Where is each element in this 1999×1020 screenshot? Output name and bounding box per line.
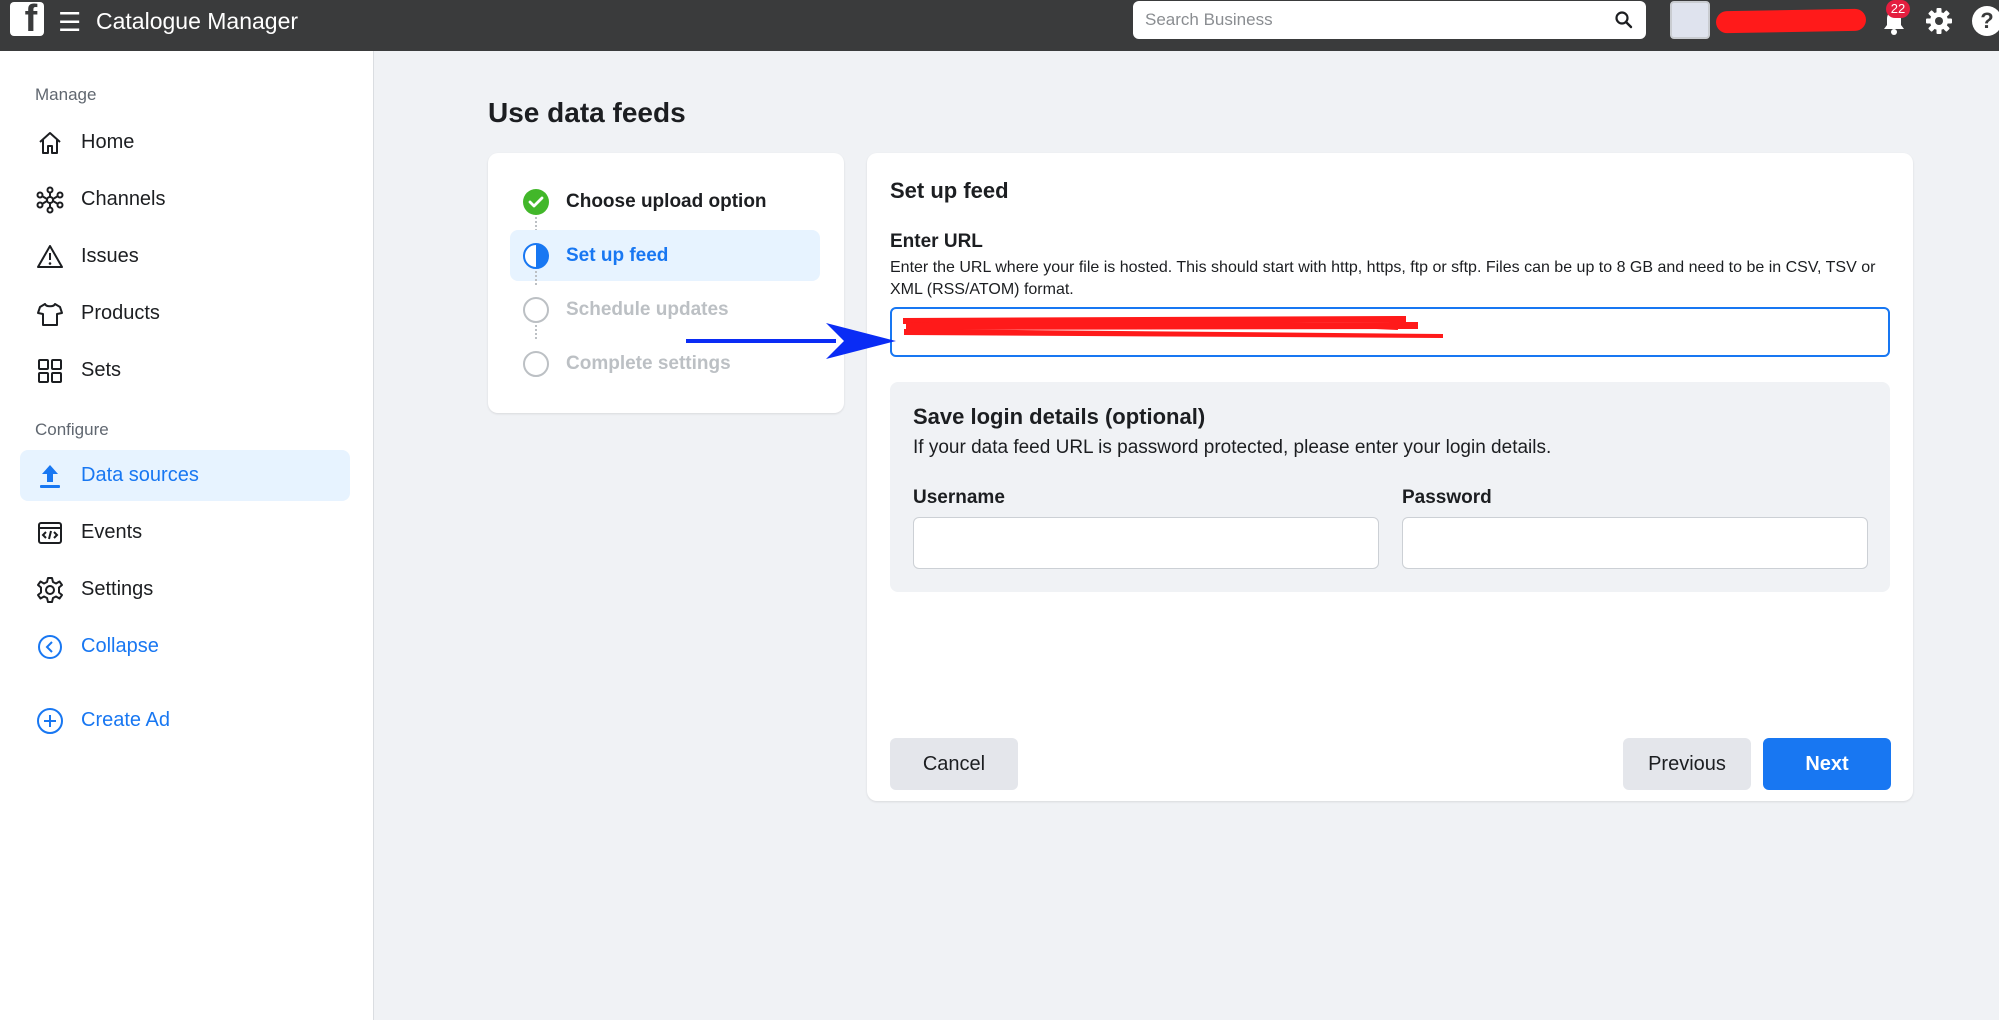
next-button[interactable]: Next [1763,738,1891,790]
help-icon[interactable]: ? [1972,6,1999,36]
gear-icon [35,575,65,605]
business-avatar[interactable] [1670,1,1710,39]
app-title: Catalogue Manager [96,8,299,34]
check-circle-icon [523,188,549,215]
plus-circle-icon [35,706,65,736]
upload-icon [35,461,65,491]
sidebar-item-label: Sets [81,359,122,381]
sidebar-item-events[interactable]: Events [20,507,350,558]
menu-icon[interactable]: ☰ [58,9,81,35]
create-ad-label: Create Ad [81,709,170,731]
redacted-account-name [1715,8,1867,34]
step-set-up-feed[interactable]: Set up feed [510,230,820,281]
channels-icon [35,185,65,215]
step-connector [535,271,537,285]
grid-icon [35,356,65,386]
sidebar-item-label: Settings [81,578,154,600]
sidebar-item-data-sources[interactable]: Data sources [20,450,350,501]
steps-card: Choose upload option Set up feed Schedul… [488,153,844,413]
step-complete-settings[interactable]: Complete settings [510,338,820,389]
url-label: Enter URL [890,231,983,252]
facebook-logo-icon[interactable]: f [10,2,44,36]
setup-feed-card: Set up feed Enter URL Enter the URL wher… [867,153,1913,801]
collapse-label: Collapse [81,635,159,657]
step-connector [535,325,537,339]
sidebar-item-channels[interactable]: Channels [20,174,350,225]
empty-circle-icon [523,350,549,377]
url-help-text: Enter the URL where your file is hosted.… [890,259,1876,298]
sidebar-item-issues[interactable]: Issues [20,231,350,282]
password-field[interactable] [1402,517,1868,569]
code-window-icon [35,518,65,548]
step-choose-upload-option[interactable]: Choose upload option [510,176,820,227]
login-section-description: If your data feed URL is password protec… [913,437,1552,458]
username-field[interactable] [913,517,1379,569]
login-details-section: Save login details (optional) If your da… [890,382,1890,592]
step-connector [535,217,537,231]
chevron-left-circle-icon [35,632,65,662]
sidebar-item-sets[interactable]: Sets [20,345,350,396]
username-label: Username [913,487,1005,508]
step-label: Complete settings [566,352,731,374]
previous-button[interactable]: Previous [1623,738,1751,790]
step-label: Schedule updates [566,298,729,320]
sidebar-section-configure: Configure [35,420,109,439]
sidebar: Manage Home Channels Issues Products Set… [0,51,374,1020]
step-label: Choose upload option [566,190,767,212]
login-section-title: Save login details (optional) [913,404,1206,429]
top-bar: f ☰ Catalogue Manager 22 ? [0,0,1999,51]
sidebar-item-settings[interactable]: Settings [20,564,350,615]
empty-circle-icon [523,296,549,323]
sidebar-section-manage: Manage [35,85,97,104]
sidebar-item-label: Events [81,521,143,543]
search-input[interactable] [1145,10,1585,30]
sidebar-item-label: Products [81,302,160,324]
step-label: Set up feed [566,244,669,266]
collapse-button[interactable]: Collapse [20,621,350,672]
shirt-icon [35,299,65,329]
sidebar-item-home[interactable]: Home [20,117,350,168]
search-icon[interactable] [1614,10,1634,30]
sidebar-item-label: Channels [81,188,166,210]
password-label: Password [1402,487,1492,508]
cancel-button[interactable]: Cancel [890,738,1018,790]
sidebar-item-products[interactable]: Products [20,288,350,339]
sidebar-item-label: Data sources [81,464,199,486]
notification-badge: 22 [1886,0,1910,18]
card-heading: Set up feed [890,178,1009,203]
url-input[interactable] [890,307,1890,357]
create-ad-button[interactable]: Create Ad [20,695,350,746]
step-schedule-updates[interactable]: Schedule updates [510,284,820,335]
settings-gear-icon[interactable] [1924,6,1954,36]
half-circle-progress-icon [523,242,549,269]
search-box[interactable] [1133,1,1646,39]
sidebar-item-label: Issues [81,245,139,267]
warning-icon [35,242,65,272]
home-icon [35,128,65,158]
sidebar-item-label: Home [81,131,135,153]
page-title: Use data feeds [488,97,686,128]
